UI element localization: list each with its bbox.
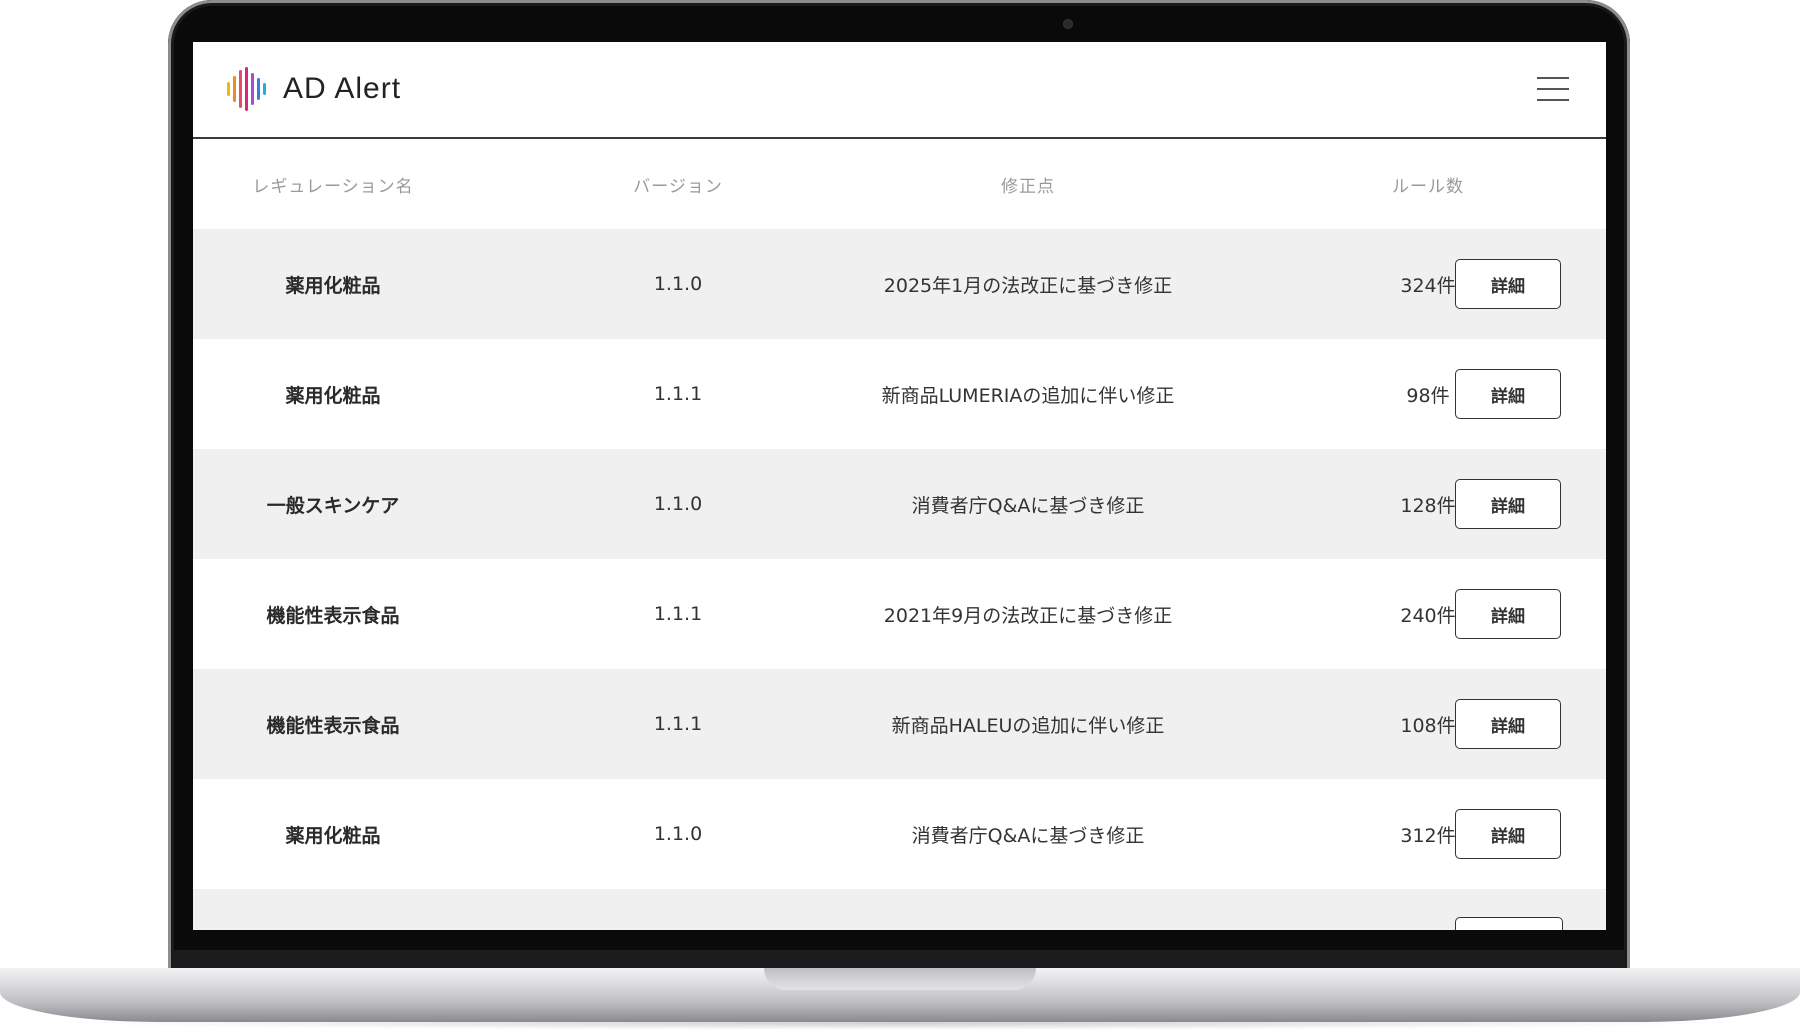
brand-logo[interactable]: AD Alert bbox=[225, 67, 401, 111]
regulation-table: レギュレーション名 バージョン 修正点 ルール数 薬用化粧品 1.1.0 202… bbox=[193, 139, 1606, 930]
laptop-notch bbox=[764, 968, 1036, 990]
column-header-count: ルール数 bbox=[1392, 176, 1464, 197]
change-note: 2025年1月の法改正に基づき修正 bbox=[883, 274, 1173, 297]
camera-icon bbox=[1064, 20, 1072, 28]
detail-button[interactable]: 詳細 bbox=[1455, 589, 1561, 639]
change-note: 消費者庁Q&Aに基づき修正 bbox=[911, 494, 1145, 517]
regulation-name: 一般スキンケア bbox=[266, 494, 400, 517]
table-row-partial bbox=[193, 889, 1606, 930]
change-note: 新商品LUMERIAの追加に伴い修正 bbox=[881, 384, 1175, 407]
change-note: 消費者庁Q&Aに基づき修正 bbox=[911, 824, 1145, 847]
column-header-name: レギュレーション名 bbox=[252, 176, 414, 197]
change-note: 2021年9月の法改正に基づき修正 bbox=[883, 604, 1173, 627]
table-row: 薬用化粧品 1.1.0 2025年1月の法改正に基づき修正 324件 詳細 bbox=[193, 229, 1606, 339]
laptop-hinge bbox=[174, 950, 1624, 968]
logo-bar bbox=[239, 70, 242, 108]
logo-bar bbox=[233, 76, 236, 102]
logo-bar bbox=[245, 67, 248, 111]
brand-name: AD Alert bbox=[283, 72, 402, 105]
detail-button-partial[interactable] bbox=[1455, 917, 1563, 930]
sound-bars-logo-icon bbox=[227, 67, 266, 111]
table-row: 機能性表示食品 1.1.1 新商品HALEUの追加に伴い修正 108件 詳細 bbox=[193, 669, 1606, 779]
column-header-note: 修正点 bbox=[1001, 176, 1055, 197]
version-value: 1.1.1 bbox=[653, 603, 703, 625]
detail-button[interactable]: 詳細 bbox=[1455, 699, 1561, 749]
regulation-name: 薬用化粧品 bbox=[285, 384, 381, 407]
table-row: 薬用化粧品 1.1.0 消費者庁Q&Aに基づき修正 312件 詳細 bbox=[193, 779, 1606, 889]
hamburger-menu-icon[interactable] bbox=[1537, 77, 1569, 101]
table-header-row: レギュレーション名 バージョン 修正点 ルール数 bbox=[193, 139, 1606, 229]
logo-bar bbox=[227, 82, 230, 96]
change-note: 新商品HALEUの追加に伴い修正 bbox=[891, 714, 1165, 737]
version-value: 1.1.1 bbox=[653, 383, 703, 405]
column-header-version: バージョン bbox=[633, 176, 723, 197]
regulation-name: 薬用化粧品 bbox=[285, 824, 381, 847]
table-row: 機能性表示食品 1.1.1 2021年9月の法改正に基づき修正 240件 詳細 bbox=[193, 559, 1606, 669]
version-value: 1.1.1 bbox=[653, 713, 703, 735]
logo-bar bbox=[263, 83, 266, 95]
version-value: 1.1.0 bbox=[653, 823, 703, 845]
detail-button[interactable]: 詳細 bbox=[1455, 259, 1561, 309]
regulation-name: 薬用化粧品 bbox=[285, 274, 381, 297]
logo-bar bbox=[257, 78, 260, 100]
version-value: 1.1.0 bbox=[653, 493, 703, 515]
app-screen: AD Alert レギュレーション名 バージョン 修正点 ルール数 薬用化粧品 … bbox=[193, 42, 1606, 930]
version-value: 1.1.0 bbox=[653, 273, 703, 295]
app-header: AD Alert bbox=[193, 42, 1606, 139]
regulation-name: 機能性表示食品 bbox=[266, 604, 400, 627]
detail-button[interactable]: 詳細 bbox=[1455, 809, 1561, 859]
detail-button[interactable]: 詳細 bbox=[1455, 369, 1561, 419]
laptop-mockup: AD Alert レギュレーション名 バージョン 修正点 ルール数 薬用化粧品 … bbox=[0, 0, 1800, 1033]
detail-button[interactable]: 詳細 bbox=[1455, 479, 1561, 529]
logo-bar bbox=[251, 73, 254, 105]
regulation-name: 機能性表示食品 bbox=[266, 714, 400, 737]
table-row: 薬用化粧品 1.1.1 新商品LUMERIAの追加に伴い修正 98件 詳細 bbox=[193, 339, 1606, 449]
table-row: 一般スキンケア 1.1.0 消費者庁Q&Aに基づき修正 128件 詳細 bbox=[193, 449, 1606, 559]
